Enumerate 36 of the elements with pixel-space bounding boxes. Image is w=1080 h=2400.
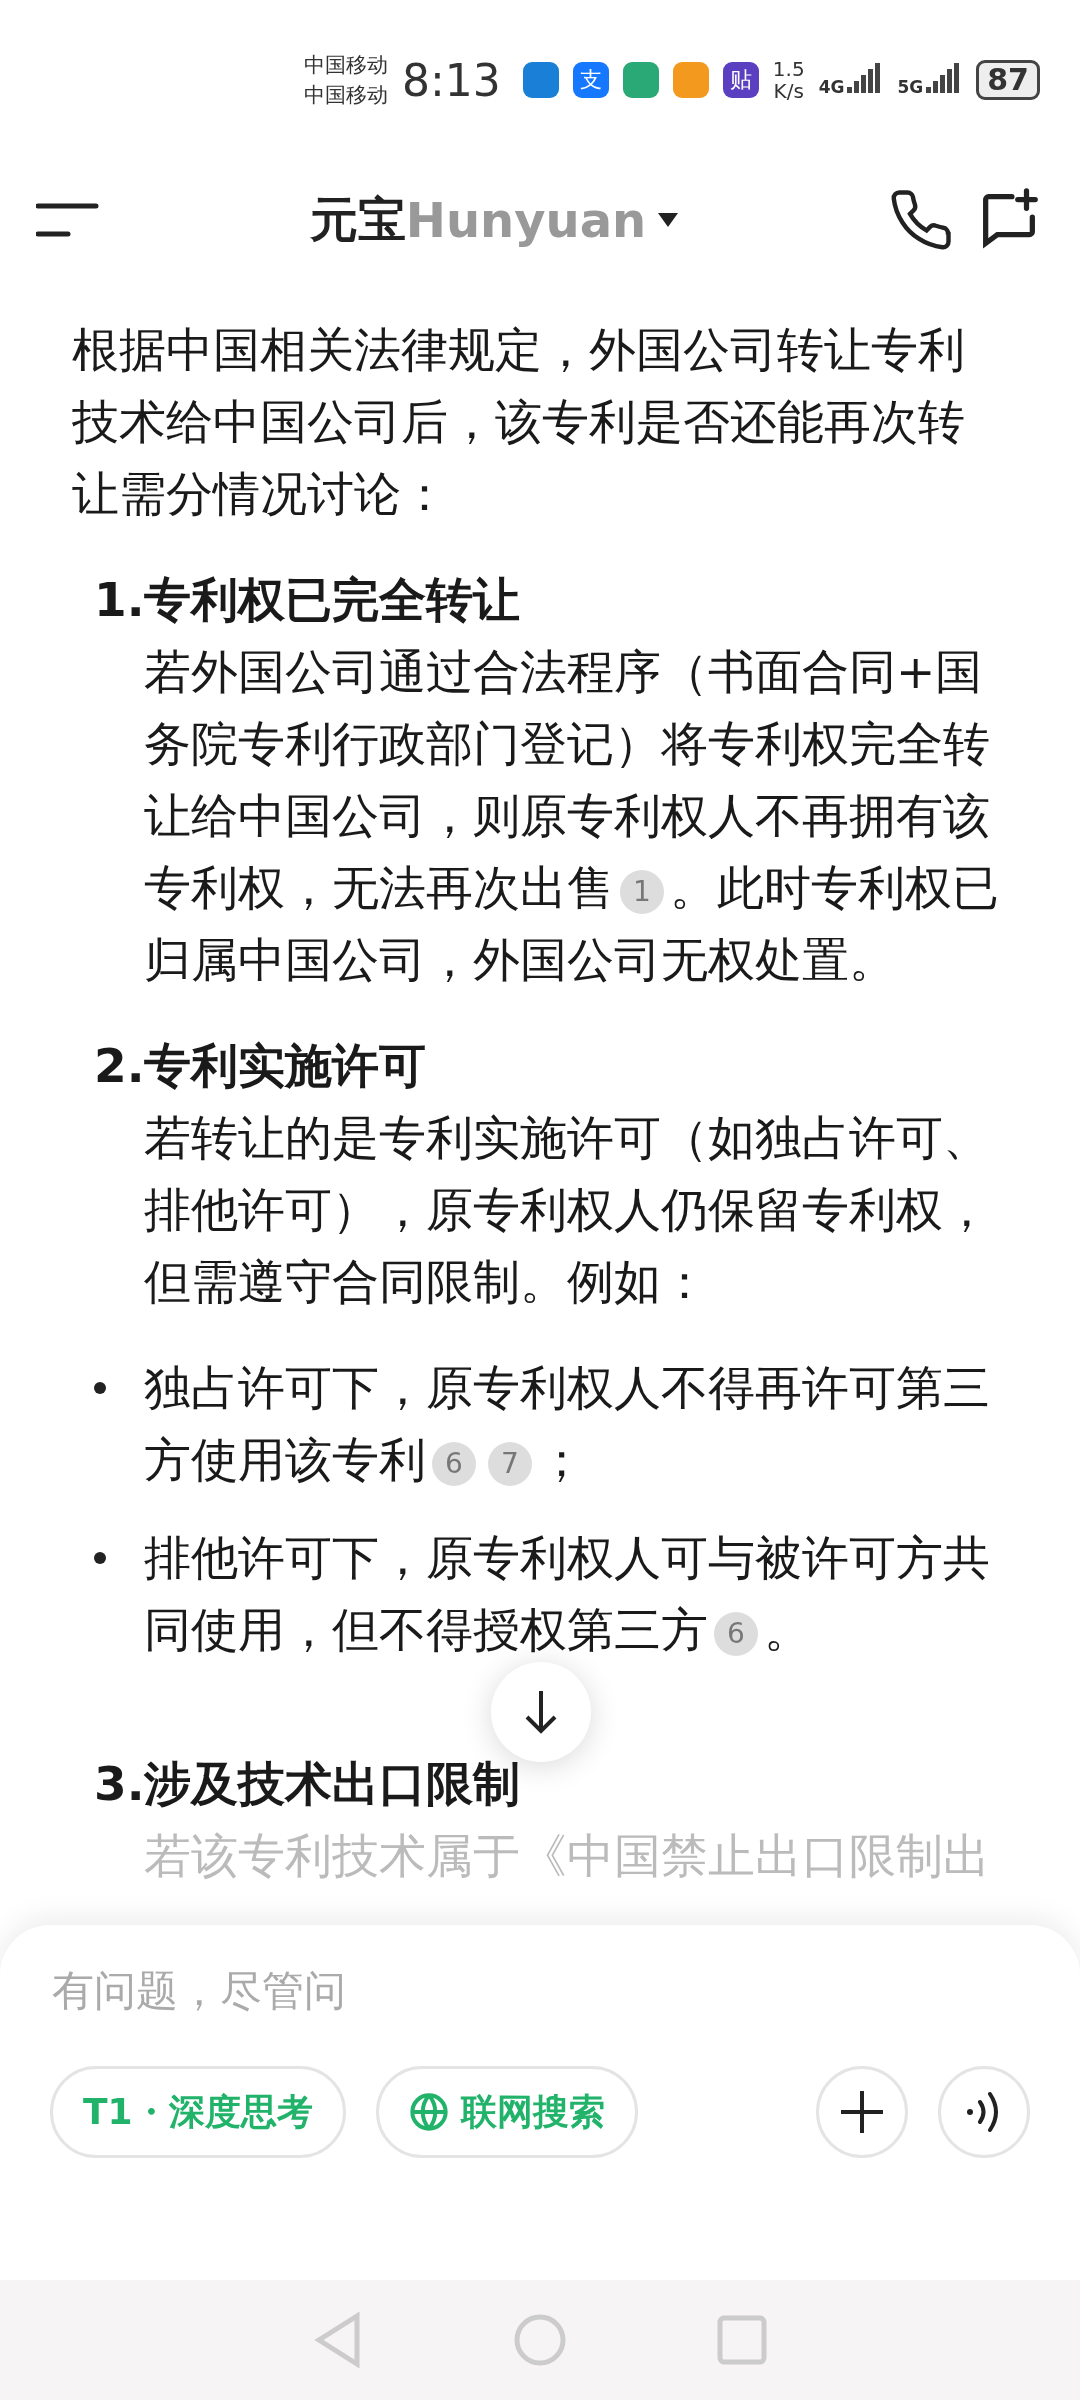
network-type: 4G [818, 77, 845, 97]
carrier-name: 中国移动 [304, 82, 389, 109]
caret-icon[interactable] [658, 213, 679, 227]
app-notification-icon: 贴 [722, 62, 759, 98]
section-heading: 涉及技术出口限制 [144, 1755, 521, 1813]
app-notification-icon: 支 [572, 62, 609, 98]
list-number: 1. [94, 571, 144, 629]
carrier-name: 中国移动 [304, 52, 389, 79]
citation-marker[interactable]: 6 [432, 1441, 476, 1486]
answer-paragraph: 独占许可下，原专利权人不得再许可第三方使用该专利 6 7 ； [144, 1359, 991, 1489]
deep-think-button[interactable]: T1・深度思考 [50, 2066, 346, 2158]
citation-marker[interactable]: 6 [714, 1611, 758, 1656]
answer-paragraph: 若该专利技术属于《中国禁止出口限制出 [144, 1827, 991, 1885]
list-number: 3. [94, 1755, 144, 1813]
battery-level: 87 [976, 60, 1040, 100]
citation-marker[interactable]: 1 [620, 869, 664, 914]
citation-marker[interactable]: 7 [488, 1441, 532, 1486]
web-search-button[interactable]: 联网搜索 [375, 2066, 638, 2158]
answer-paragraph: 若外国公司通过合法程序（书面合同+国务院专利行政部门登记）将专利权完全转让给中国公司，则原专利权人不再拥有该专利权，无法再次出售 1 。此时专利权已归属中国公司，外国公司无权处置。 [144, 643, 1000, 989]
bullet-icon [94, 1552, 106, 1564]
answer-paragraph: 排他许可下，原专利权人可与被许可方共同使用，但不得授权第三方 6 。 [144, 1529, 991, 1659]
section-heading: 专利实施许可 [144, 1037, 427, 1095]
app-title: 元宝 [309, 190, 406, 249]
message-input[interactable]: 有问题，尽管问 [50, 1965, 1030, 2016]
bullet-icon [94, 1382, 106, 1394]
answer-paragraph: 若转让的是专利实施许可（如独占许可、排他许可），原专利权人仍保留专利权，但需遵守合同限制。例如： [144, 1109, 991, 1311]
clock-time: 8:13 [402, 54, 501, 106]
model-selector[interactable]: Hunyuan [405, 192, 647, 248]
network-type: 5G [897, 77, 924, 97]
plus-icon [839, 2089, 885, 2135]
answer-paragraph: 根据中国相关法律规定，外国公司转让专利技术给中国公司后，该专利是否还能再次转让需分情况讨论： [72, 321, 966, 523]
network-speed: 1.5 [772, 58, 805, 80]
section-heading: 专利权已完全转让 [144, 571, 521, 629]
list-number: 2. [94, 1037, 144, 1095]
globe-icon [408, 2092, 449, 2132]
network-speed: K/s [773, 80, 804, 102]
